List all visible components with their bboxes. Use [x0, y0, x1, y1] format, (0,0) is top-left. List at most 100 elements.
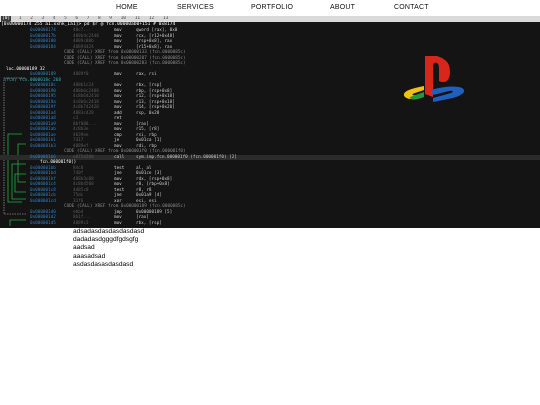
- instruction-mnemonic: mov: [114, 105, 122, 110]
- disassembly-line[interactable]: CODE (CALL) XREF from 0x00000189 (fcn.00…: [0, 204, 540, 209]
- disassembly-line[interactable]: 0x000001bd 740f jne 0x01ce [3]: [0, 171, 540, 176]
- disassembly-line[interactable]: CODE (CALL) XREF from 0x000001f0 (fcn.00…: [0, 149, 540, 154]
- disassembly-line[interactable]: 0x000001c4 4c8b4508 mov r8, [rbp+0x8]: [0, 182, 540, 187]
- instruction-operands: al, al: [136, 165, 152, 171]
- list-item: dadadasdgggdfgdsgfg: [73, 236, 139, 244]
- instruction-mnemonic: mov: [114, 215, 122, 220]
- disassembly-line[interactable]: 0x000001d0 ebb4 jmp 0x00000189 [5]: [0, 210, 540, 215]
- instruction-bytes: 75dc: [73, 193, 84, 198]
- instruction-address: 0x000001bd: [30, 171, 56, 176]
- nav-about-link[interactable]: ABOUT: [330, 4, 355, 11]
- instruction-operands: 0x00000189 [5]: [136, 209, 173, 215]
- instruction-mnemonic: mov: [114, 99, 122, 105]
- instruction-operands: [rsp+0x8], rax: [136, 39, 173, 44]
- instruction-address: 0x000001c4: [30, 182, 56, 187]
- instruction-mnemonic: test: [114, 187, 125, 193]
- instruction-address: 0x000001d0: [30, 209, 56, 215]
- code-label: loc.00000189 32: [6, 66, 45, 72]
- instruction-mnemonic: mov: [114, 88, 122, 94]
- disassembly-line[interactable]: 0x000001b1 7417 je 0x01ca [1]: [0, 138, 540, 143]
- instruction-operands: 0x01ca [1]: [136, 138, 162, 143]
- playstation-logo-icon: [403, 56, 465, 102]
- instruction-bytes: 8bf088...: [73, 121, 97, 127]
- instruction-bytes: 48c7...: [73, 28, 92, 33]
- instruction-mnemonic: mov: [114, 94, 122, 99]
- instruction-mnemonic: ret: [114, 116, 122, 121]
- instruction-bytes: 7417: [73, 138, 84, 143]
- disassembly-line[interactable]: 0x000001d5 4889c3 mov rbx, [rsp]: [0, 221, 540, 226]
- instruction-address: 0x000001ab: [30, 127, 56, 132]
- instruction-mnemonic: call: [114, 154, 125, 160]
- disassembly-line[interactable]: 0x0000019f 4c8b742420 mov r14, [rsp+0x20]: [0, 105, 540, 110]
- disassembly-line[interactable]: 0x000001b6 e8754200 call sym.imp.fcn.000001…: [0, 154, 540, 160]
- instruction-bytes: 4c8b4508: [73, 182, 94, 187]
- logo-s-blue: [431, 86, 465, 102]
- nav-portfolio-link[interactable]: PORTFOLIO: [251, 4, 293, 11]
- instruction-bytes: 84c0: [73, 165, 84, 171]
- instruction-bytes: 4c8b642410: [73, 94, 99, 99]
- instruction-bytes: 4c8b742420: [73, 105, 99, 110]
- instruction-bytes: 488b4c2448: [73, 33, 99, 39]
- instruction-operands: rax, rsi: [136, 72, 157, 77]
- disassembly-line[interactable]: 0x000001bb 84c0 test al, al: [0, 166, 540, 171]
- instruction-address: 0x00000174: [30, 28, 56, 33]
- instruction-mnemonic: mov: [114, 39, 122, 44]
- instruction-mnemonic: mov: [114, 72, 122, 77]
- instruction-address: 0x000001cb: [30, 193, 56, 198]
- instruction-address: 0x00000195: [30, 94, 56, 99]
- disassembly-line[interactable]: 0x000001d2 8b1f... mov [rax]: [0, 215, 540, 220]
- instruction-operands: r14, [rsp+0x20]: [136, 105, 175, 110]
- instruction-mnemonic: cmp: [114, 132, 122, 138]
- instruction-address: 0x000001bb: [30, 165, 56, 171]
- disassembly-line[interactable]: 0x00000180 4889c88b mov [rsp+0x8], rax: [0, 39, 540, 44]
- instruction-bytes: 740f: [73, 171, 84, 176]
- disassembly-line[interactable]: 0x000001bf 488b3c08 mov rdx, [rsp+0x8]: [0, 177, 540, 182]
- instruction-operands: [rax]: [136, 215, 149, 220]
- instruction-mnemonic: jne: [114, 171, 122, 176]
- disassembly-line[interactable]: 0x000001b3 4889ef mov rdi, rbp: [0, 144, 540, 149]
- instruction-operands: r8, [rbp+0x8]: [136, 182, 170, 187]
- instruction-bytes: 31f6: [73, 198, 84, 204]
- instruction-address: 0x0000019f: [30, 105, 56, 110]
- instruction-operands: [r15+0x8], rax: [136, 44, 173, 50]
- instruction-operands: r15, [r8]: [136, 127, 160, 132]
- disassembly-line[interactable]: 0x000001a9 8bf088... mov [rax]: [0, 122, 540, 127]
- instruction-address: 0x000001cd: [30, 198, 56, 204]
- disassembly-line[interactable]: fcn.000001f0(): [0, 160, 540, 165]
- xref-comment: CODE (CALL) XREF from 0x00000283 (fcn.00…: [64, 61, 186, 66]
- disassembly-line[interactable]: 0x000001c8 4d85c0 test r8, r8: [0, 188, 540, 193]
- disassembly-line[interactable]: 0x00000174 48c7... mov qword [rax], 0x0: [0, 28, 540, 33]
- disassembly-line[interactable]: 0x000001cb 75dc jne 0x01a9 [4]: [0, 193, 540, 198]
- instruction-bytes: 8b1f...: [73, 215, 92, 220]
- nav-contact-link[interactable]: CONTACT: [394, 4, 429, 11]
- disassembly-line[interactable]: 0x000001ae 4839ee cmp rsi, rbp: [0, 133, 540, 138]
- disassembly-line[interactable]: 0x00000184 48894424 mov [r15+0x8], rax: [0, 45, 540, 50]
- disassembly-line[interactable]: 0x000001a4 4883c428 add rsp, 0x28: [0, 111, 540, 116]
- instruction-address: 0x000001a8: [30, 116, 56, 121]
- disassembly-line[interactable]: 0x0000017b 488b4c2448 mov rcx, [r12+0x48]: [0, 34, 540, 39]
- disassembly-line[interactable]: 0x000001cd 31f6 xor esi, esi: [0, 199, 540, 204]
- instruction-operands: rsi, rbp: [136, 132, 157, 138]
- instruction-operands: [rax]: [136, 121, 149, 127]
- disassembly-line[interactable]: 0x000001a8 c3 ret: [0, 116, 540, 121]
- instruction-bytes: 488b6c2408: [73, 88, 99, 94]
- instruction-bytes: 4889c88b: [73, 39, 94, 44]
- instruction-bytes: c3: [73, 116, 79, 121]
- code-label: fcn.000001f0(): [40, 160, 77, 165]
- instruction-bytes: 4883c428: [73, 110, 94, 116]
- instruction-operands: 0x01ce [3]: [136, 171, 162, 176]
- nav-services-link[interactable]: SERVICES: [177, 4, 214, 11]
- instruction-address: 0x00000184: [30, 44, 56, 50]
- disassembler-terminal: [0] 1 2 3 4 5 6 7 8 9 10 11 12 13 [0x00000174 255 a1.…: [0, 16, 540, 228]
- nav-home-link[interactable]: HOME: [116, 4, 138, 11]
- instruction-bytes: 4c8b6c2418: [73, 99, 99, 105]
- instruction-address: 0x00000189: [30, 72, 56, 77]
- instruction-operands: qword [rax], 0x0: [136, 28, 178, 33]
- instruction-address: 0x00000190: [30, 88, 56, 94]
- instruction-mnemonic: mov: [114, 176, 122, 182]
- instruction-bytes: 4d85c0: [73, 187, 89, 193]
- instruction-address: 0x000001a4: [30, 110, 56, 116]
- disassembly-line[interactable]: 0x000001ab 4c8b3e mov r15, [r8]: [0, 127, 540, 132]
- instruction-operands: rdi, rbp: [136, 143, 157, 149]
- xref-comment: CODE (CALL) XREF from 0x00000207 (fcn.00…: [64, 55, 186, 61]
